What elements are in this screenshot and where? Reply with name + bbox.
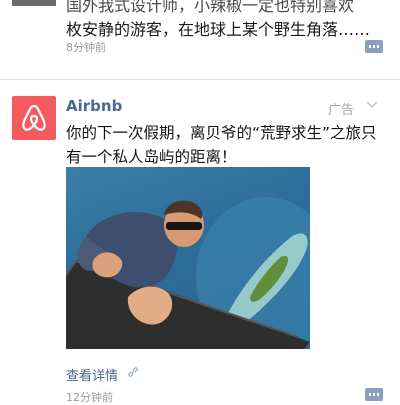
previous-post-text-line2: 枚安静的游客，在地球上某个野生角落…… <box>66 20 371 39</box>
ad-label[interactable]: 广告 <box>328 99 354 118</box>
ad-image-illustration <box>66 197 310 349</box>
view-details-link[interactable]: 查看详情 <box>66 365 118 384</box>
airbnb-belo-icon <box>22 104 46 131</box>
previous-post-text-line1: 国外我式设计师，小辣椒一定也特别喜欢 <box>66 0 355 15</box>
chevron-down-icon[interactable] <box>366 100 378 110</box>
previous-post-time: 8分钟前 <box>66 41 106 54</box>
ad-post-time: 12分钟前 <box>66 391 113 404</box>
previous-post-text: 国外我式设计师，小辣椒一定也特别喜欢 枚安静的游客，在地球上某个野生角落…… <box>66 0 386 42</box>
airbnb-logo[interactable] <box>12 96 56 140</box>
ad-post-text: 你的下一次假期，离贝爷的“荒野求生”之旅只有一个私人岛屿的距离！ <box>66 124 377 166</box>
comment-icon[interactable] <box>365 388 383 401</box>
previous-post-avatar[interactable] <box>12 0 56 6</box>
ad-image[interactable] <box>66 167 310 349</box>
advertiser-name[interactable]: Airbnb <box>66 97 122 115</box>
link-icon[interactable] <box>127 366 139 378</box>
post-divider <box>0 79 400 80</box>
comment-icon[interactable] <box>365 40 383 53</box>
